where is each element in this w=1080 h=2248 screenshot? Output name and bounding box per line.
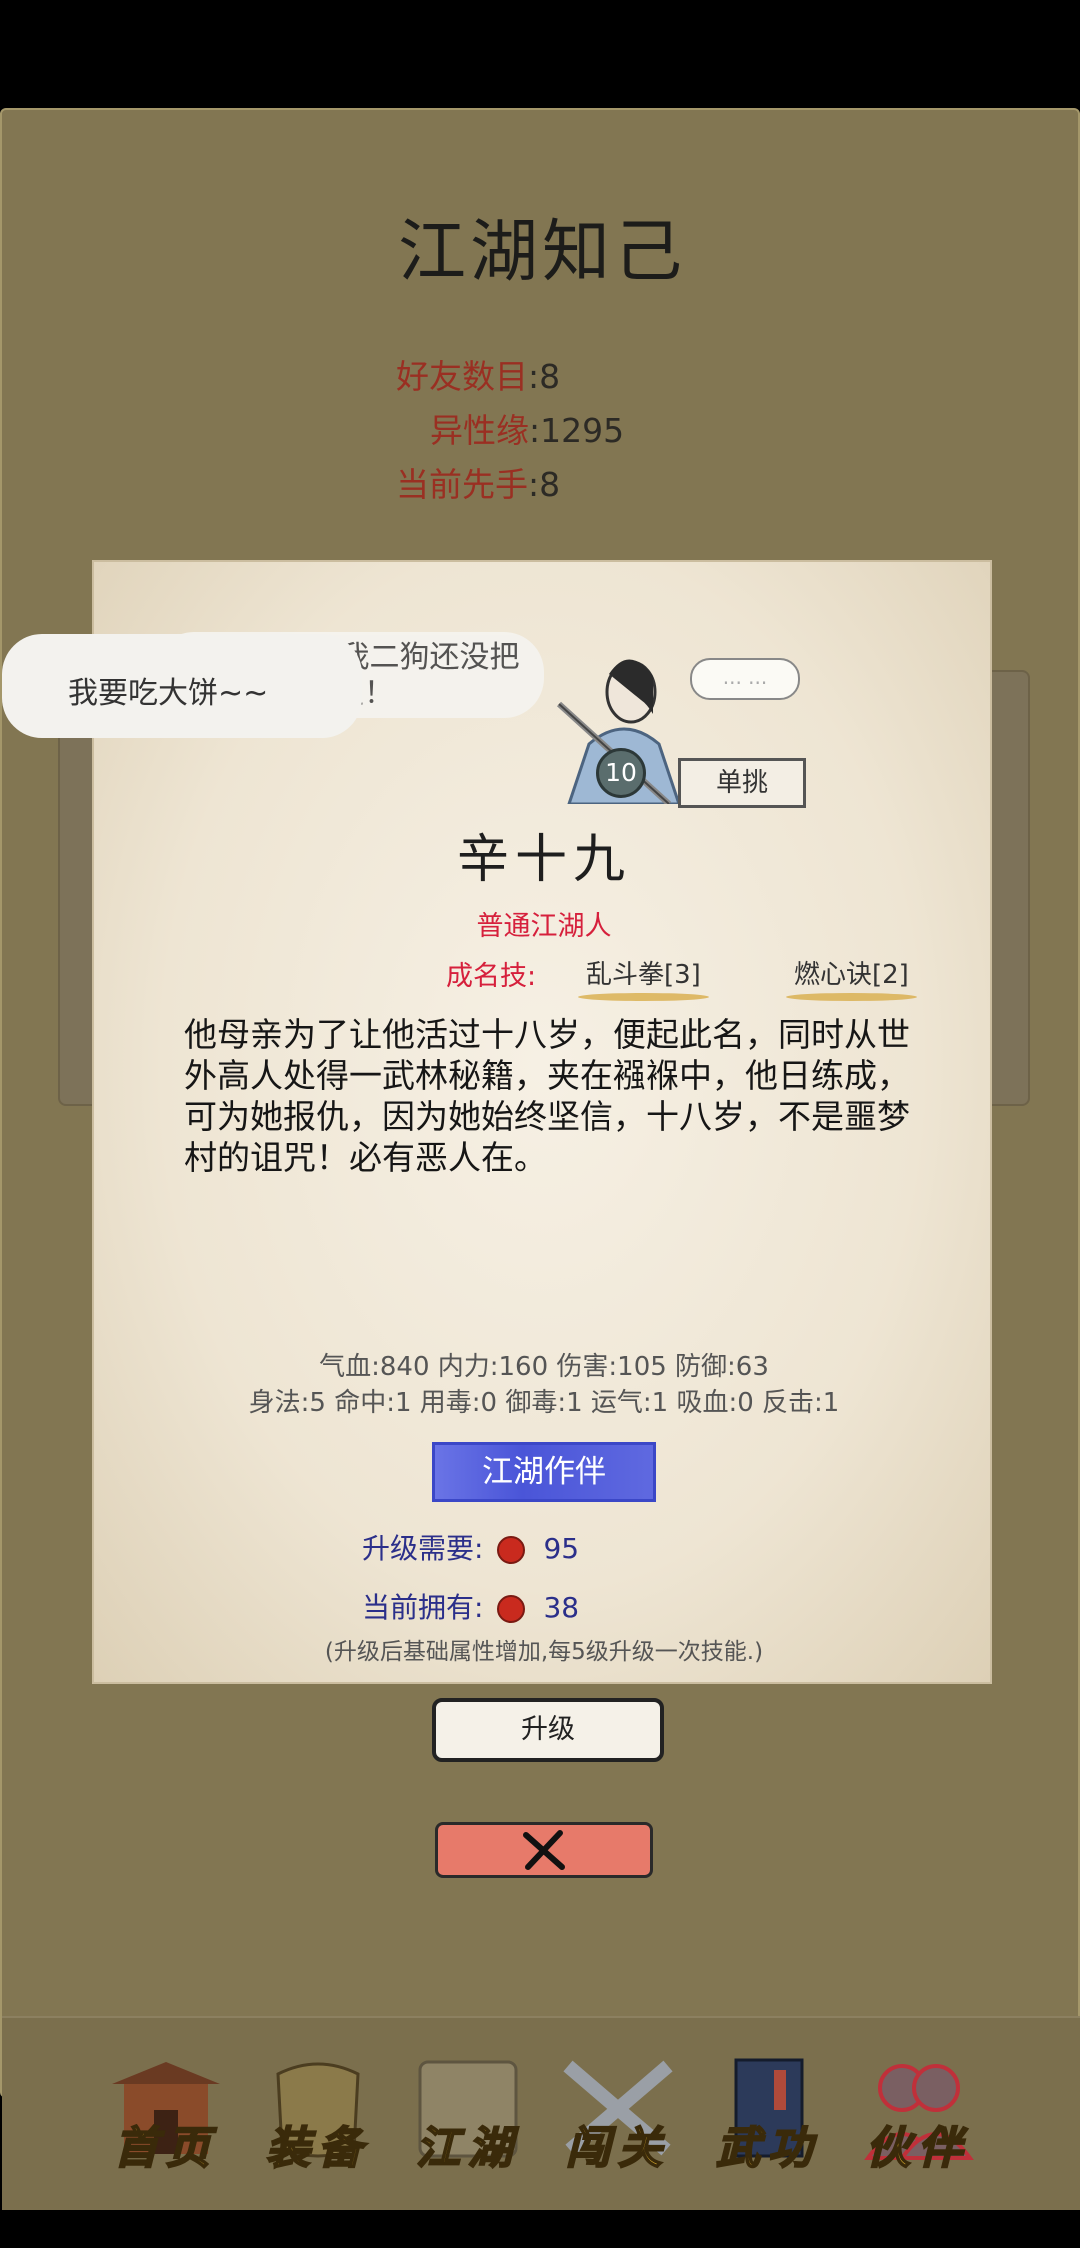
stat-charm: 异性缘:1295 [430,411,625,450]
stat-friends: 好友数目:8 [396,357,561,396]
game-frame: 江湖知己 好友数目:8 异性缘:1295 当前先手:8 武林盟主？！ 我二狗还没… [0,108,1080,2210]
nav-martial-arts[interactable]: 武功 [708,2054,828,2184]
skill-item[interactable]: 燃心诀[2] [786,954,917,1001]
upgrade-note: (升级后基础属性增加,每5级升级一次技能.) [324,1639,764,1665]
nav-home[interactable]: 首页 [106,2054,226,2184]
bottom-nav: 首页 装备 江湖 闯关 武功 伙伴 [2,2016,1080,2210]
duel-button[interactable]: 单挑 [678,758,806,808]
upgrade-need: 升级需要: 95 [362,1532,580,1565]
close-button[interactable] [435,1822,653,1878]
partner-button[interactable]: 江湖作伴 [432,1442,656,1502]
upgrade-button[interactable]: 升级 [432,1698,664,1762]
nav-jianghu[interactable]: 江湖 [408,2054,528,2184]
stat-initiative: 当前先手:8 [396,465,561,504]
page-title: 江湖知己 [397,213,686,292]
character-name: 辛十九 [456,830,631,890]
gourd-icon [497,1595,526,1623]
character-description: 他母亲为了让他活过十八岁，便起此名，同时从世外高人处得一武林秘籍，夹在襁褓中，他… [184,1015,910,1177]
skill-item[interactable]: 乱斗拳[3] [578,954,709,1001]
attributes-secondary: 身法:5 命中:1 用毒:0 御毒:1 运气:1 吸血:0 反击:1 [248,1388,840,1418]
attributes-primary: 气血:840 内力:160 伤害:105 防御:63 [319,1352,769,1382]
level-badge: 10 [596,748,646,798]
skills-label: 成名技: [446,961,537,992]
nav-partners[interactable]: 伙伴 [858,2054,978,2184]
speech-bubble-small: ... ... [690,658,800,700]
gourd-icon [497,1536,526,1564]
nav-equipment[interactable]: 装备 [258,2054,378,2184]
speech-bubble-front: 我要吃大饼~~ [2,634,362,738]
character-rank: 普通江湖人 [476,911,612,942]
close-icon [523,1830,565,1870]
nav-challenge[interactable]: 闯关 [558,2054,678,2184]
current-have: 当前拥有: 38 [362,1591,580,1624]
